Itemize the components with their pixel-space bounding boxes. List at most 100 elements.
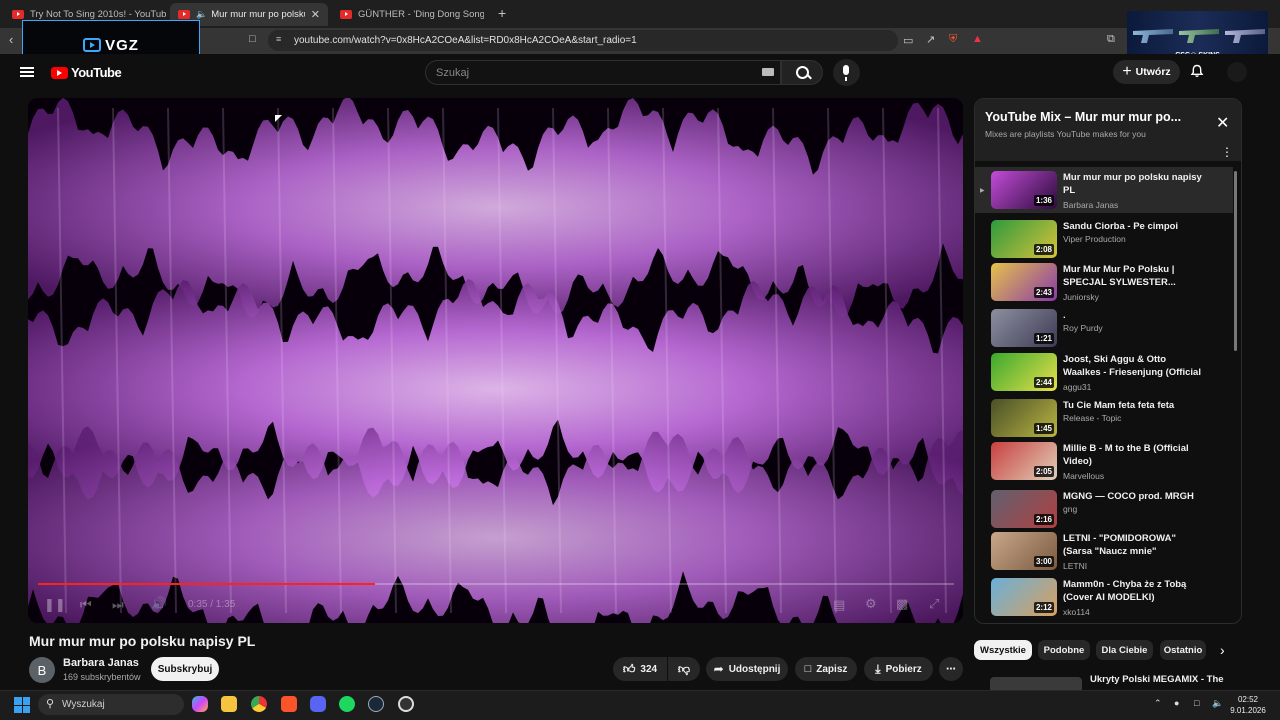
hamburger-menu-icon[interactable] [20, 67, 34, 77]
brave-shield-icon[interactable]: ⛨ [949, 33, 957, 46]
duration-badge: 2:44 [1033, 377, 1054, 388]
playlist-item[interactable]: 2:16 MGNG — COCO prod. MRGH gng [975, 486, 1233, 532]
bookmark-icon[interactable]: □ [249, 33, 256, 45]
playlist-thumbnail: 1:45 [991, 399, 1057, 437]
playlist-item-channel: Juniorsky [1063, 292, 1099, 302]
playlist-item-title: MGNG — COCO prod. MRGH [1063, 491, 1194, 502]
like-count: 324 [640, 663, 658, 675]
speaker-icon[interactable]: 🔈 [1212, 698, 1223, 709]
microphone-icon[interactable]: ● [1174, 698, 1179, 708]
chips-next-chevron-icon[interactable]: › [1220, 642, 1225, 658]
channel-name[interactable]: Barbara Janas [63, 657, 139, 669]
browser-tab[interactable]: GÜNTHER - 'Ding Dong Song' | Vide [332, 3, 492, 26]
voice-search-mic-icon[interactable] [833, 59, 860, 86]
playlist-item[interactable]: 3:00 LETNI - "POMIDOROWA"(Sarsa "Naucz mn… [975, 528, 1233, 574]
pause-icon[interactable]: ❚❚ [44, 597, 66, 613]
playlist-title[interactable]: YouTube Mix – Mur mur mur po... [985, 110, 1181, 124]
discord-icon[interactable] [310, 696, 326, 712]
playlist-thumbnail: 2:16 [991, 490, 1057, 528]
rifle-image [1133, 29, 1173, 43]
miniplayer-icon[interactable]: ▩ [896, 596, 908, 612]
duration-badge: 2:16 [1033, 514, 1054, 525]
search-button[interactable] [781, 60, 823, 85]
playlist-item-title: Millie B - M to the B (Official Video) [1063, 443, 1189, 467]
rifle-image [1225, 29, 1265, 43]
recommended-video-title[interactable]: Ukryty Polski MEGAMIX - The [1090, 674, 1224, 685]
steam-icon[interactable] [368, 696, 384, 712]
create-button[interactable]: + Utwórz [1113, 60, 1180, 84]
duration-badge: 3:00 [1033, 556, 1054, 567]
youtube-favicon-icon [178, 10, 190, 19]
save-button[interactable]: □ Zapisz [795, 657, 857, 681]
obs-icon[interactable] [398, 696, 414, 712]
chrome-icon[interactable] [251, 696, 267, 712]
site-settings-icon[interactable]: ≡ [276, 34, 281, 44]
tab-title: Try Not To Sing 2010s! - YouTube [30, 9, 166, 20]
next-icon[interactable]: ⏭ [112, 597, 124, 613]
notifications-bell-icon[interactable] [1190, 64, 1204, 78]
waveform-visualization [28, 98, 963, 623]
windows-start-icon[interactable] [14, 697, 30, 713]
youtube-favicon-icon [12, 10, 24, 19]
spotify-icon[interactable] [339, 696, 355, 712]
account-avatar[interactable] [1227, 62, 1247, 82]
search-icon: ⚲ [46, 698, 55, 710]
thumbs-down-icon: 👎︎ [677, 661, 691, 676]
cast-icon[interactable]: ▭ [903, 34, 913, 47]
file-explorer-icon[interactable] [221, 696, 237, 712]
time-display: 0:35 / 1:35 [188, 599, 236, 610]
playlist-item[interactable]: 1:21. Roy Purdy [975, 305, 1233, 351]
brave-icon[interactable] [281, 696, 297, 712]
previous-icon[interactable]: ⏮ [80, 597, 92, 613]
channel-avatar[interactable]: B [29, 657, 55, 683]
video-player[interactable] [28, 98, 963, 623]
back-icon[interactable]: ‹ [9, 32, 13, 47]
recommended-thumbnail[interactable] [990, 677, 1082, 690]
tray-chevron-icon[interactable]: ⌃ [1154, 698, 1162, 709]
taskbar-search[interactable]: ⚲ Wyszukaj [38, 694, 184, 715]
more-vert-icon[interactable]: ⋮ [1221, 145, 1233, 159]
url-text: youtube.com/watch?v=0x8HcA2COeA&list=RD0… [294, 35, 637, 46]
share-button[interactable]: ➦ Udostępnij [706, 657, 788, 681]
extensions-icon[interactable]: ⧉ [1107, 33, 1115, 46]
subscribe-button[interactable]: Subskrybuj [151, 657, 219, 681]
chip-recent[interactable]: Ostatnio [1160, 640, 1206, 660]
subtitles-icon[interactable]: ▤ [833, 597, 845, 613]
fullscreen-icon[interactable]: ⤢ [929, 596, 939, 612]
playlist-thumbnail: 2:05 [991, 442, 1057, 480]
playlist-item[interactable]: 2:12 Mamm0n - Chyba że z Tobą (Cover AI M… [975, 574, 1233, 620]
playlist-item[interactable]: 2:43 Mur Mur Mur Po Polsku | SPECJAL SYLW… [975, 259, 1233, 305]
plus-icon: + [1122, 63, 1132, 80]
close-tab-icon[interactable]: ✕ [305, 8, 320, 21]
playlist-item[interactable]: 2:44 Joost, Ski Aggu & Otto Waalkes - Fri… [975, 349, 1233, 395]
copilot-icon[interactable] [192, 696, 208, 712]
new-tab-icon[interactable]: + [498, 5, 506, 21]
settings-gear-icon[interactable]: ⚙ [865, 596, 877, 612]
keyboard-icon[interactable] [762, 68, 774, 76]
playlist-item[interactable]: 1:45 Tu Cie Mam feta feta feta Release - T… [975, 395, 1233, 441]
share-icon[interactable]: ↗ [926, 33, 935, 46]
close-icon[interactable]: ✕ [1216, 113, 1229, 133]
network-icon[interactable]: □ [1194, 698, 1199, 708]
playlist-item[interactable]: ▶ 1:36 Mur mur mur po polsku napisy PL Barb… [975, 167, 1233, 213]
more-actions-button[interactable]: ⋯ [939, 657, 963, 681]
playlist-item[interactable]: 2:08 Sandu Ciorba - Pe cimpoi Viper Produc… [975, 216, 1233, 262]
playlist-item-channel: aggu31 [1063, 382, 1092, 392]
youtube-logo[interactable]: YouTube [51, 65, 122, 80]
chip-all[interactable]: Wszystkie [974, 640, 1032, 660]
taskbar-clock[interactable]: 02:52 9.01.2026 [1228, 694, 1268, 716]
playlist-scrollbar[interactable] [1234, 171, 1237, 351]
search-input[interactable]: Szukaj [425, 60, 781, 85]
playlist-item[interactable]: 2:05 Millie B - M to the B (Official Vide… [975, 438, 1233, 484]
dislike-button[interactable]: 👎︎ [668, 657, 700, 681]
like-button[interactable]: 👍︎ 324 [613, 657, 667, 681]
playlist-item-title: Sandu Ciorba - Pe cimpoi [1063, 221, 1179, 232]
brave-rewards-icon[interactable]: ▲ [972, 33, 983, 45]
download-button[interactable]: ⤓ Pobierz [864, 657, 933, 681]
playlist-thumbnail: 3:00 [991, 532, 1057, 570]
chip-related[interactable]: Podobne [1038, 640, 1090, 660]
chip-for-you[interactable]: Dla Ciebie [1096, 640, 1153, 660]
volume-icon[interactable]: 🔊 [151, 596, 167, 612]
progress-bar[interactable] [38, 583, 954, 585]
address-bar[interactable]: ≡ youtube.com/watch?v=0x8HcA2COeA&list=R… [268, 30, 898, 51]
